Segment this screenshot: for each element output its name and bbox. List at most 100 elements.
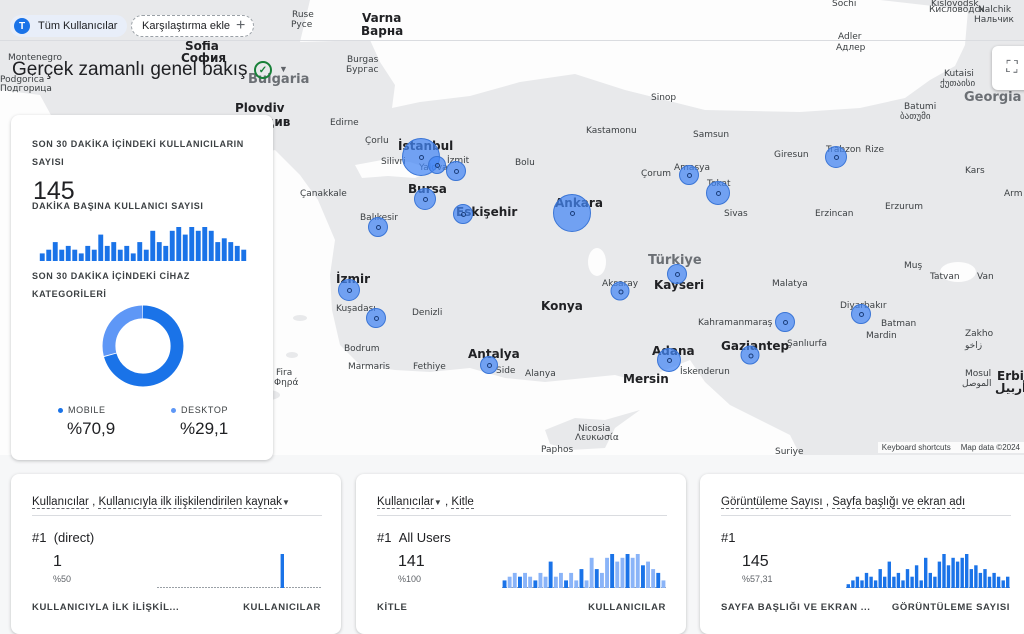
card-sparkline[interactable]	[846, 552, 1010, 588]
sparkline-bar[interactable]	[928, 572, 932, 588]
sparkline-bar[interactable]	[951, 557, 955, 588]
sparkline-bar[interactable]	[600, 572, 604, 588]
card-dimension[interactable]: Kullanıcıyla ilk ilişkilendirilen kaynak	[98, 496, 282, 509]
sparkline-bar[interactable]	[860, 580, 864, 588]
card-dimension[interactable]: Kitle	[451, 496, 474, 509]
per-minute-bar[interactable]	[91, 249, 97, 261]
sparkline-bar[interactable]	[594, 569, 599, 588]
sparkline-bar[interactable]	[878, 569, 882, 588]
per-minute-bar[interactable]	[52, 242, 58, 261]
card-dimension[interactable]: Sayfa başlığı ve ekran adı	[832, 496, 966, 509]
sparkline-bar[interactable]	[533, 580, 538, 588]
map-bubble-trabzon[interactable]	[825, 146, 847, 168]
sparkline-bar[interactable]	[924, 557, 928, 588]
sparkline-bar[interactable]	[887, 561, 891, 588]
sparkline-bar[interactable]	[960, 557, 964, 588]
card-metric[interactable]: Kullanıcılar	[32, 496, 89, 509]
map-bubble-izmit[interactable]	[446, 161, 466, 181]
sparkline-bar[interactable]	[846, 584, 850, 588]
sparkline-bar[interactable]	[528, 576, 533, 588]
sparkline-bar[interactable]	[651, 569, 656, 588]
sparkline-bar[interactable]	[892, 576, 896, 588]
per-minute-bar[interactable]	[65, 245, 71, 261]
users-per-minute-chart[interactable]	[39, 227, 247, 261]
per-minute-bar[interactable]	[221, 238, 227, 261]
sparkline-bar[interactable]	[946, 565, 951, 588]
card-sparkline[interactable]	[157, 552, 321, 588]
sparkline-bar[interactable]	[919, 580, 923, 588]
sparkline-bar[interactable]	[896, 572, 901, 588]
sparkline-bar[interactable]	[910, 576, 914, 588]
sparkline-bar[interactable]	[579, 569, 584, 588]
map-bubble-kahramanmaras[interactable]	[775, 312, 795, 332]
card-sparkline[interactable]	[502, 552, 666, 588]
card-metric[interactable]: Kullanıcılar	[377, 496, 434, 509]
sparkline-bar[interactable]	[569, 572, 574, 588]
sparkline-bar[interactable]	[955, 561, 960, 588]
map-bubble-ankara[interactable]	[553, 194, 591, 232]
sparkline-bar[interactable]	[661, 580, 666, 588]
per-minute-bar[interactable]	[137, 242, 143, 261]
per-minute-bar[interactable]	[59, 249, 65, 261]
sparkline-bar[interactable]	[635, 554, 640, 588]
per-minute-bar[interactable]	[72, 249, 78, 261]
sparkline-bar[interactable]	[656, 572, 661, 588]
sparkline-bar[interactable]	[502, 580, 507, 588]
sparkline-bar[interactable]	[983, 569, 987, 588]
per-minute-bar[interactable]	[111, 242, 117, 261]
keyboard-shortcuts-link[interactable]: Keyboard shortcuts	[882, 443, 951, 452]
per-minute-bar[interactable]	[234, 245, 240, 261]
map-bubble-yalova[interactable]	[428, 156, 446, 174]
sparkline-bar[interactable]	[574, 580, 579, 588]
sparkline-bar[interactable]	[1006, 576, 1010, 588]
sparkline-bar[interactable]	[992, 572, 996, 588]
per-minute-bar[interactable]	[189, 227, 195, 261]
chevron-down-icon[interactable]: ▼	[279, 64, 288, 74]
per-minute-bar[interactable]	[98, 234, 104, 261]
per-minute-bar[interactable]	[104, 245, 110, 261]
map-bubble-aksaray[interactable]	[610, 281, 630, 301]
per-minute-bar[interactable]	[228, 242, 234, 261]
sparkline-bar[interactable]	[869, 576, 873, 588]
map-bubble-kayseri[interactable]	[667, 264, 687, 284]
sparkline-bar[interactable]	[512, 572, 517, 588]
per-minute-bar[interactable]	[241, 249, 247, 261]
sparkline-bar[interactable]	[610, 554, 615, 588]
per-minute-bar[interactable]	[46, 249, 52, 261]
sparkline-bar[interactable]	[280, 554, 284, 588]
sparkline-bar[interactable]	[987, 576, 992, 588]
sparkline-bar[interactable]	[548, 561, 553, 588]
sparkline-bar[interactable]	[641, 565, 645, 588]
sparkline-bar[interactable]	[1001, 580, 1005, 588]
per-minute-bar[interactable]	[124, 245, 130, 261]
sparkline-bar[interactable]	[646, 561, 650, 588]
per-minute-bar[interactable]	[202, 227, 208, 261]
sparkline-bar[interactable]	[901, 580, 905, 588]
sparkline-bar[interactable]	[851, 580, 855, 588]
chevron-down-icon[interactable]: ▼	[434, 498, 442, 507]
sparkline-bar[interactable]	[942, 554, 946, 588]
sparkline-bar[interactable]	[584, 580, 589, 588]
sparkline-bar[interactable]	[605, 557, 609, 588]
per-minute-bar[interactable]	[182, 234, 188, 261]
sparkline-bar[interactable]	[538, 572, 543, 588]
card-metric[interactable]: Görüntüleme Sayısı	[721, 496, 823, 509]
map-bubble-amasya[interactable]	[679, 165, 699, 185]
sparkline-bar[interactable]	[564, 580, 568, 588]
sparkline-bar[interactable]	[965, 554, 969, 588]
sparkline-bar[interactable]	[615, 561, 620, 588]
sparkline-bar[interactable]	[589, 557, 594, 588]
per-minute-bar[interactable]	[195, 230, 201, 261]
per-minute-bar[interactable]	[215, 242, 221, 261]
chevron-down-icon[interactable]: ▼	[282, 498, 290, 507]
per-minute-bar[interactable]	[150, 230, 156, 261]
check-circle-icon[interactable]: ✓	[254, 61, 272, 79]
all-users-chip[interactable]: T Tüm Kullanıcılar	[10, 15, 128, 37]
per-minute-bar[interactable]	[208, 230, 214, 261]
sparkline-bar[interactable]	[855, 576, 860, 588]
card-heading[interactable]: Görüntüleme Sayısı , Sayfa başlığı ve ek…	[721, 496, 966, 509]
sparkline-bar[interactable]	[873, 580, 878, 588]
map-bubble-izmir[interactable]	[338, 279, 360, 301]
map-bubble-gaziantep[interactable]	[740, 345, 760, 365]
map-bubble-bursa[interactable]	[414, 188, 436, 210]
